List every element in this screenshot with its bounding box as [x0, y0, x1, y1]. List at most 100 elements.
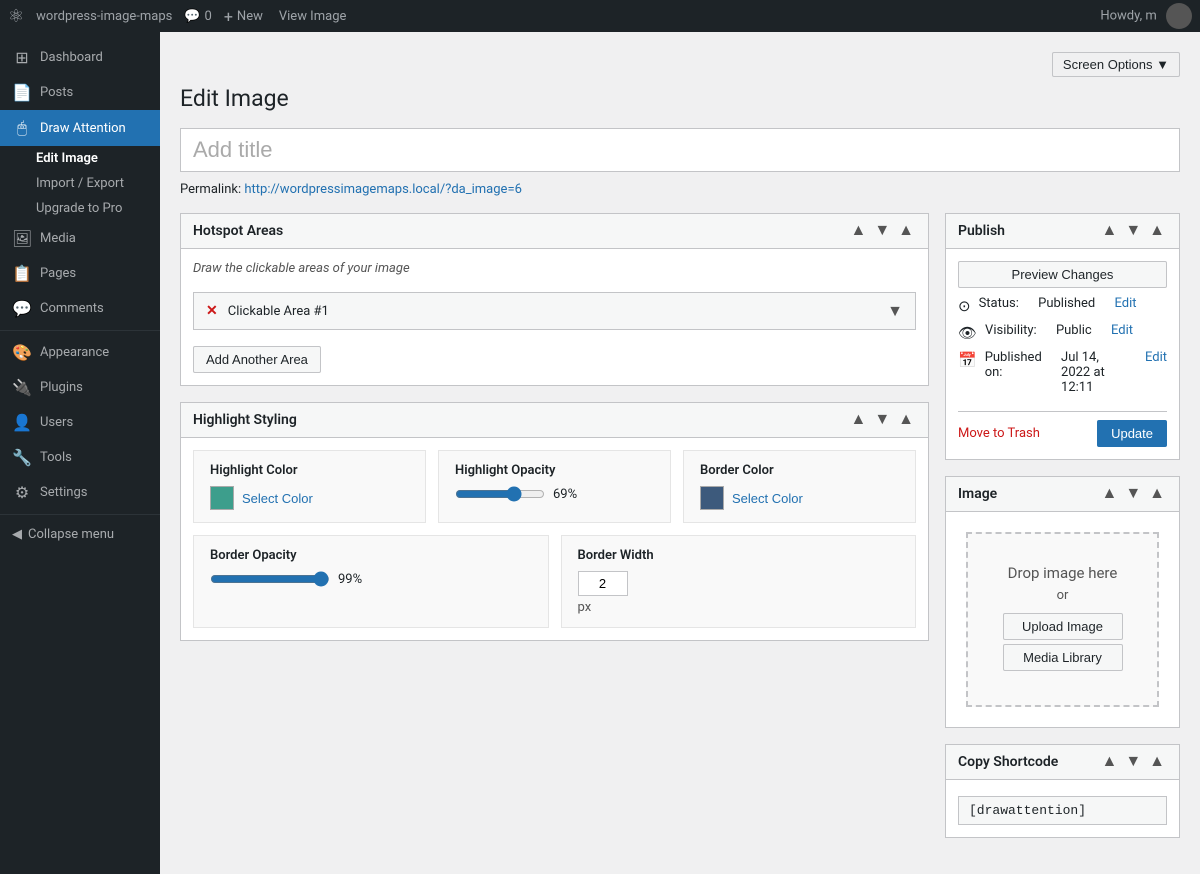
- highlight-collapse-down-btn[interactable]: ▼: [872, 411, 892, 429]
- sidebar-item-pages[interactable]: 📋 Pages: [0, 256, 160, 291]
- highlight-color-item: Highlight Color Select Color: [193, 450, 426, 523]
- published-edit-link[interactable]: Edit: [1145, 350, 1167, 365]
- upload-image-button[interactable]: Upload Image: [1003, 613, 1123, 640]
- dashboard-icon: ⊞: [12, 48, 32, 67]
- collapse-menu-btn[interactable]: ◀ Collapse menu: [0, 519, 160, 550]
- status-edit-link[interactable]: Edit: [1114, 296, 1136, 311]
- tools-icon: 🔧: [12, 448, 32, 467]
- status-row: ⊙ Status: Published Edit: [958, 296, 1167, 315]
- border-color-select-btn[interactable]: Select Color: [732, 491, 803, 506]
- update-button[interactable]: Update: [1097, 420, 1167, 447]
- border-opacity-slider[interactable]: [210, 571, 330, 587]
- publish-controls: ▲ ▼ ▲: [1099, 222, 1167, 240]
- submenu-edit-image[interactable]: Edit Image: [36, 146, 160, 171]
- shortcode-header: Copy Shortcode ▲ ▼ ▲: [946, 745, 1179, 780]
- hotspot-description: Draw the clickable areas of your image: [193, 261, 916, 276]
- remove-area-btn[interactable]: ✕: [206, 303, 218, 319]
- sidebar: ⊞ Dashboard 📄 Posts 🖱 Draw Attention Edi…: [0, 32, 160, 874]
- border-opacity-row: 99%: [210, 571, 532, 587]
- sidebar-item-settings[interactable]: ⚙ Settings: [0, 475, 160, 510]
- area-chevron-icon[interactable]: ▼: [887, 301, 903, 321]
- sidebar-divider: [0, 330, 160, 331]
- sidebar-item-comments[interactable]: 💬 Comments: [0, 291, 160, 326]
- highlight-color-select-btn[interactable]: Select Color: [242, 491, 313, 506]
- highlight-color-picker-row: Select Color: [210, 486, 409, 510]
- opacity-slider[interactable]: [455, 486, 545, 502]
- plus-icon: +: [224, 7, 233, 26]
- appearance-icon: 🎨: [12, 343, 32, 362]
- publish-meta: ⊙ Status: Published Edit 👁 Visibility: P…: [958, 288, 1167, 411]
- image-up-btn[interactable]: ▲: [1099, 485, 1119, 503]
- media-icon: 🖼: [12, 229, 32, 248]
- publish-up-btn[interactable]: ▲: [1099, 222, 1119, 240]
- drop-or-text: or: [988, 588, 1137, 603]
- preview-changes-button[interactable]: Preview Changes: [958, 261, 1167, 288]
- new-label: New: [237, 9, 263, 24]
- site-name[interactable]: wordpress-image-maps: [36, 9, 172, 24]
- sidebar-item-draw-attention[interactable]: 🖱 Draw Attention: [0, 110, 160, 146]
- new-menu[interactable]: + New: [224, 7, 263, 26]
- hotspot-areas-metabox: Hotspot Areas ▲ ▼ ▲ Draw the clickable a…: [180, 213, 929, 386]
- styling-grid: Highlight Color Select Color Highlight O…: [193, 450, 916, 523]
- publish-body: Preview Changes ⊙ Status: Published Edit…: [946, 249, 1179, 459]
- view-image-link[interactable]: View Image: [279, 9, 347, 24]
- highlight-color-label: Highlight Color: [210, 463, 409, 478]
- sidebar-item-label: Dashboard: [40, 50, 103, 65]
- image-down-btn[interactable]: ▼: [1123, 485, 1143, 503]
- sidebar-item-plugins[interactable]: 🔌 Plugins: [0, 370, 160, 405]
- publish-toggle-btn[interactable]: ▲: [1147, 222, 1167, 240]
- sidebar-item-appearance[interactable]: 🎨 Appearance: [0, 335, 160, 370]
- image-body: Drop image here or Upload Image Media Li…: [946, 512, 1179, 727]
- border-color-label: Border Color: [700, 463, 899, 478]
- sidebar-item-media[interactable]: 🖼 Media: [0, 221, 160, 256]
- status-label: Status:: [979, 296, 1019, 311]
- shortcode-value[interactable]: [drawattention]: [958, 796, 1167, 825]
- clickable-area-row: ✕ Clickable Area #1 ▼: [193, 292, 916, 330]
- visibility-icon: 👁: [958, 324, 977, 342]
- highlight-collapse-up-btn[interactable]: ▲: [848, 411, 868, 429]
- image-drop-zone[interactable]: Drop image here or Upload Image Media Li…: [966, 532, 1159, 707]
- permalink-link[interactable]: http://wordpressimagemaps.local/?da_imag…: [244, 182, 522, 197]
- published-on-value: Jul 14, 2022 at 12:11: [1061, 350, 1126, 395]
- hotspot-areas-header: Hotspot Areas ▲ ▼ ▲: [181, 214, 928, 249]
- metabox-controls: ▲ ▼ ▲: [848, 222, 916, 240]
- move-to-trash-link[interactable]: Move to Trash: [958, 426, 1040, 441]
- sidebar-item-posts[interactable]: 📄 Posts: [0, 75, 160, 110]
- sidebar-item-tools[interactable]: 🔧 Tools: [0, 440, 160, 475]
- border-opacity-item: Border Opacity 99%: [193, 535, 549, 628]
- post-title-input[interactable]: [180, 128, 1180, 172]
- screen-options-button[interactable]: Screen Options ▼: [1052, 52, 1180, 77]
- border-color-swatch[interactable]: [700, 486, 724, 510]
- status-value: Published: [1038, 296, 1095, 311]
- publish-metabox: Publish ▲ ▼ ▲ Preview Changes ⊙ Status: [945, 213, 1180, 460]
- shortcode-toggle-btn[interactable]: ▲: [1147, 753, 1167, 771]
- sidebar-item-users[interactable]: 👤 Users: [0, 405, 160, 440]
- submenu-import-export[interactable]: Import / Export: [36, 171, 160, 196]
- hotspot-collapse-down-btn[interactable]: ▼: [872, 222, 892, 240]
- collapse-icon: ◀: [12, 527, 22, 542]
- sidebar-item-dashboard[interactable]: ⊞ Dashboard: [0, 40, 160, 75]
- image-toggle-btn[interactable]: ▲: [1147, 485, 1167, 503]
- publish-down-btn[interactable]: ▼: [1123, 222, 1143, 240]
- visibility-edit-link[interactable]: Edit: [1111, 323, 1133, 338]
- comments-link[interactable]: 💬 0: [184, 9, 212, 24]
- highlight-opacity-row: 69%: [455, 486, 654, 502]
- image-controls: ▲ ▼ ▲: [1099, 485, 1167, 503]
- sidebar-item-label: Draw Attention: [40, 121, 126, 136]
- image-title: Image: [958, 486, 997, 502]
- border-width-input[interactable]: 2: [578, 571, 628, 596]
- shortcode-up-btn[interactable]: ▲: [1099, 753, 1119, 771]
- highlight-color-swatch[interactable]: [210, 486, 234, 510]
- content-main: Hotspot Areas ▲ ▼ ▲ Draw the clickable a…: [180, 213, 929, 854]
- media-library-button[interactable]: Media Library: [1003, 644, 1123, 671]
- calendar-icon: 📅: [958, 351, 977, 369]
- sidebar-item-label: Appearance: [40, 345, 109, 360]
- permalink-label: Permalink:: [180, 182, 241, 197]
- shortcode-down-btn[interactable]: ▼: [1123, 753, 1143, 771]
- highlight-toggle-btn[interactable]: ▲: [896, 411, 916, 429]
- drop-image-text: Drop image here: [988, 564, 1137, 582]
- hotspot-toggle-btn[interactable]: ▲: [896, 222, 916, 240]
- submenu-upgrade[interactable]: Upgrade to Pro: [36, 196, 160, 221]
- hotspot-collapse-up-btn[interactable]: ▲: [848, 222, 868, 240]
- add-another-area-button[interactable]: Add Another Area: [193, 346, 321, 373]
